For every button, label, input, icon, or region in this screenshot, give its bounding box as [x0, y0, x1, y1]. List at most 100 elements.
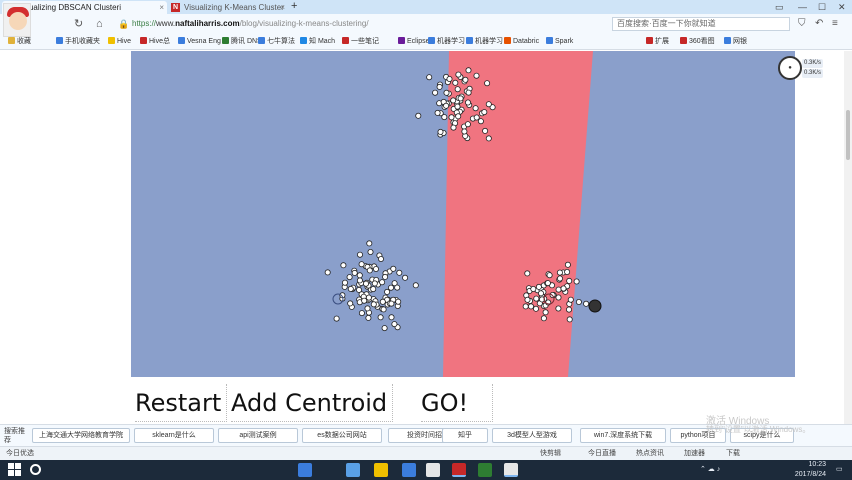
tray-network-icon[interactable]: ⌃ ☁ ♪ — [700, 465, 720, 475]
data-point — [341, 279, 348, 286]
data-point — [372, 265, 379, 272]
status-item[interactable]: 下载 — [726, 447, 740, 460]
data-point — [485, 135, 492, 142]
bookmark-item[interactable]: Eclipse — [398, 36, 430, 48]
bookmark-item[interactable]: 机器学习 — [428, 36, 465, 48]
bookmark-item[interactable]: 一些笔记 — [342, 36, 379, 48]
data-point — [362, 280, 369, 287]
terminal-icon[interactable] — [504, 463, 518, 477]
bookmark-item[interactable]: 网银 — [724, 36, 747, 48]
kmeans-canvas[interactable] — [131, 51, 795, 377]
bookmark-item[interactable]: 手机收藏夹 — [56, 36, 100, 48]
data-point — [565, 306, 572, 313]
new-tab-button[interactable]: + — [291, 0, 297, 13]
data-point — [473, 72, 480, 79]
close-icon[interactable]: × — [159, 1, 164, 14]
bookmark-item[interactable]: Vesna Eng — [178, 36, 221, 48]
bookmark-item[interactable]: Hive — [108, 36, 131, 48]
add-centroid-button[interactable]: Add Centroid — [231, 384, 393, 422]
bookmark-item[interactable]: Spark — [546, 36, 573, 48]
bookmark-item[interactable]: 机器学习 — [466, 36, 503, 48]
data-point — [356, 272, 363, 279]
bookmark-item[interactable]: 腾讯 DNS — [222, 36, 262, 48]
voronoi-regions[interactable] — [131, 51, 795, 377]
data-point — [527, 303, 534, 310]
avatar-face — [9, 12, 27, 30]
undo-icon[interactable]: ↶ — [815, 17, 823, 31]
suggestion-chip[interactable]: api测试案例 — [218, 428, 298, 443]
clock-date[interactable]: 2017/8/24 — [786, 470, 826, 480]
status-item[interactable]: 加速器 — [684, 447, 705, 460]
file-explorer-icon[interactable] — [374, 463, 388, 477]
notification-icon[interactable]: ▭ — [836, 465, 843, 475]
restart-button[interactable]: Restart — [135, 384, 227, 422]
close-window-icon[interactable]: ✕ — [838, 0, 846, 14]
bookmark-icon — [300, 37, 307, 44]
close-icon[interactable]: × — [280, 1, 285, 14]
data-point — [566, 316, 573, 323]
minimize-icon[interactable]: — — [798, 0, 807, 14]
data-point — [434, 109, 441, 116]
centroid-marker[interactable] — [588, 299, 602, 313]
data-point — [560, 285, 567, 292]
data-point — [436, 83, 443, 90]
bookmark-item[interactable]: 收藏 — [8, 36, 31, 48]
speed-gauge-icon: ● — [778, 56, 802, 80]
url-field[interactable]: https://www.naftaliharris.com/blog/visua… — [132, 17, 602, 31]
bookmark-item[interactable]: 知 Mach — [300, 36, 335, 48]
bookmark-item[interactable]: 扩展 — [646, 36, 669, 48]
data-point — [443, 89, 450, 96]
scrollbar-thumb[interactable] — [846, 110, 850, 160]
bookmark-label: 360看图 — [689, 38, 715, 45]
browser-360-icon[interactable] — [452, 463, 466, 477]
data-point — [361, 297, 368, 304]
status-item[interactable]: 今日直播 — [588, 447, 616, 460]
tab-kmeans[interactable]: N Visualizing K-Means Cluster × — [168, 1, 288, 14]
home-icon[interactable]: ⌂ — [96, 17, 103, 31]
data-point — [573, 278, 580, 285]
windows-start-icon[interactable] — [8, 463, 21, 476]
chrome-icon[interactable] — [478, 463, 492, 477]
maximize-icon[interactable]: ☐ — [818, 0, 826, 14]
suggestion-chip[interactable]: 上海交通大学网络教育学院 — [32, 428, 130, 443]
data-point — [370, 286, 377, 293]
suggestion-chip[interactable]: 知乎 — [442, 428, 488, 443]
bookmark-item[interactable]: Databric — [504, 36, 539, 48]
ie-icon[interactable] — [346, 463, 360, 477]
go-button[interactable]: GO! — [421, 384, 493, 422]
data-point — [485, 101, 492, 108]
vertical-scrollbar[interactable] — [844, 51, 852, 424]
suggestion-chip[interactable]: es数据公司网站 — [302, 428, 382, 443]
bookmark-label: 手机收藏夹 — [65, 38, 100, 45]
suggestion-chip[interactable]: sklearn是什么 — [134, 428, 214, 443]
status-item[interactable]: 快剪辑 — [540, 447, 561, 460]
bookmark-label: 收藏 — [17, 38, 31, 45]
reload-icon[interactable]: ↻ — [74, 17, 83, 31]
window-list-icon[interactable]: ▭ — [775, 0, 784, 14]
app-icon[interactable] — [426, 463, 440, 477]
bookmark-icon — [108, 37, 115, 44]
store-icon[interactable] — [402, 463, 416, 477]
clock-time[interactable]: 10:23 — [786, 460, 826, 470]
bookmark-item[interactable]: 360看图 — [680, 36, 715, 48]
bookmark-item[interactable]: 七牛算法 — [258, 36, 295, 48]
status-left[interactable]: 今日优选 — [6, 447, 34, 460]
cortana-icon[interactable] — [30, 464, 41, 475]
data-point — [365, 314, 372, 321]
data-point — [455, 71, 462, 78]
bookmark-item[interactable]: Hive总 — [140, 36, 170, 48]
data-point — [365, 294, 372, 301]
data-point — [450, 97, 457, 104]
status-item[interactable]: 热点资讯 — [636, 447, 664, 460]
data-point — [461, 128, 468, 135]
suggestion-chip[interactable]: win7.深度系统下载 — [580, 428, 666, 443]
menu-icon[interactable]: ≡ — [832, 17, 838, 31]
data-point — [388, 314, 395, 321]
suggestion-chip[interactable]: 3d模型人型游戏 — [492, 428, 572, 443]
shield-icon[interactable]: ⛉ — [798, 17, 806, 31]
search-input[interactable]: 百度搜索·百度一下你就知道 — [612, 17, 790, 31]
edge-icon[interactable] — [298, 463, 312, 477]
bookmark-icon — [342, 37, 349, 44]
data-point — [544, 280, 551, 287]
data-point — [450, 124, 457, 131]
